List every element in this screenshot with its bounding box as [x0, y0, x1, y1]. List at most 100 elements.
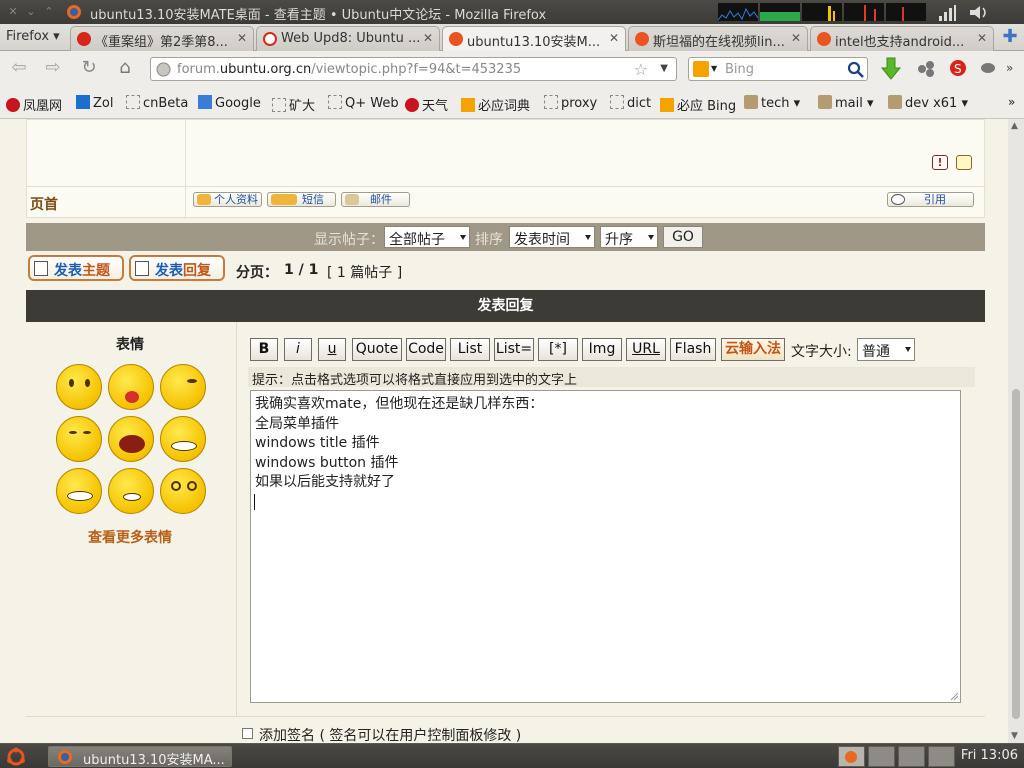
engine-dropdown-icon[interactable]: ▼ [711, 64, 717, 73]
maximize-window-icon[interactable]: ⌃ [42, 5, 56, 19]
flash-format-button[interactable]: Flash [670, 338, 716, 361]
firefox-menu-button[interactable]: Firefox ▾ [0, 24, 68, 50]
bookmark-folder[interactable]: mail ▾ [818, 95, 874, 111]
gesture-icon[interactable] [978, 59, 998, 77]
warn-user-icon[interactable] [956, 155, 972, 170]
bing-engine-icon[interactable] [693, 61, 709, 77]
shy-emoticon-icon[interactable] [160, 364, 206, 410]
volume-icon[interactable] [968, 4, 990, 21]
more-emoticons-link[interactable]: 查看更多表情 [88, 527, 172, 547]
list-format-button[interactable]: List [450, 338, 490, 361]
tab-intel-android[interactable]: intel也支持android... ✕ [810, 26, 994, 51]
pm-button[interactable]: 短信 [267, 192, 336, 207]
page-top-link[interactable]: 页首 [30, 194, 58, 214]
smile-emoticon-icon[interactable] [56, 364, 102, 410]
bold-button[interactable]: B [250, 338, 278, 361]
underline-button[interactable]: u [318, 338, 346, 361]
network-signal-icon[interactable] [938, 5, 956, 21]
bookmark-item[interactable]: dict [610, 95, 651, 111]
tab-webupd8[interactable]: Web Upd8: Ubuntu ... ✕ [256, 26, 440, 51]
download-icon[interactable] [880, 57, 902, 81]
bookmark-item[interactable]: 天气 [405, 95, 448, 114]
user-icon [197, 194, 211, 205]
reload-button[interactable]: ↻ [76, 57, 102, 81]
code-format-button[interactable]: Code [406, 338, 446, 361]
workspace-4[interactable] [928, 746, 955, 767]
signature-checkbox[interactable] [242, 728, 253, 739]
addon-puzzle-icon[interactable] [916, 59, 936, 79]
new-topic-button[interactable]: 发表主题 [28, 255, 124, 281]
url-dropdown-icon[interactable]: ▼ [660, 63, 668, 74]
sort-order-select[interactable]: 升序 [600, 226, 658, 248]
ordered-list-format-button[interactable]: List= [494, 338, 534, 361]
happy-emoticon-icon[interactable] [108, 468, 154, 514]
new-tab-button[interactable]: ✚ [998, 27, 1022, 49]
bookmark-item[interactable]: 矿大 [272, 95, 315, 114]
close-tab-icon[interactable]: ✕ [609, 31, 619, 45]
scrollbar-thumb[interactable] [1012, 389, 1020, 719]
bookmark-item[interactable]: 凤凰网 [6, 95, 62, 114]
tab-video[interactable]: 《重案组》第2季第8... ✕ [70, 26, 254, 51]
clock[interactable]: Fri 13:06 [961, 748, 1018, 763]
close-tab-icon[interactable]: ✕ [237, 31, 247, 45]
bookmark-item[interactable]: 必应 Bing [660, 95, 736, 114]
font-size-select[interactable]: 普通 [857, 338, 915, 361]
workspace-1[interactable] [838, 746, 865, 767]
home-button[interactable]: ⌂ [112, 57, 138, 81]
ubuntu-menu-icon[interactable] [6, 747, 26, 767]
close-tab-icon[interactable]: ✕ [791, 31, 801, 45]
bookmark-item[interactable]: cnBeta [126, 95, 188, 111]
quote-button[interactable]: 引用 [887, 192, 974, 207]
bookmark-item[interactable]: Q+ Web [328, 95, 399, 111]
sweat-emoticon-icon[interactable] [160, 416, 206, 462]
forward-button[interactable]: ⇨ [40, 57, 66, 81]
sort-key-select[interactable]: 发表时间 [509, 226, 595, 248]
adblock-icon[interactable]: S [948, 58, 968, 78]
reply-textarea[interactable]: 我确实喜欢mate，但他现在还是缺几样东西： 全局菜单插件 windows ti… [250, 390, 961, 703]
search-icon[interactable] [847, 61, 864, 78]
bookmark-item[interactable]: proxy [544, 95, 597, 111]
page-scrollbar[interactable]: ▲ ▼ [1008, 119, 1024, 743]
url-format-button[interactable]: URL [626, 338, 666, 361]
dizzy-emoticon-icon[interactable] [160, 468, 206, 514]
bookmark-star-icon[interactable]: ☆ [634, 60, 648, 79]
close-tab-icon[interactable]: ✕ [977, 31, 987, 45]
grin-emoticon-icon[interactable] [56, 468, 102, 514]
post-reply-button[interactable]: 发表回复 [129, 255, 225, 281]
quote-format-button[interactable]: Quote [352, 338, 402, 361]
show-posts-select[interactable]: 全部帖子 [384, 226, 470, 248]
minimize-window-icon[interactable]: ⌄ [24, 5, 38, 19]
workspace-3[interactable] [898, 746, 925, 767]
toolbar-overflow-icon[interactable]: » [1006, 61, 1013, 75]
profile-button[interactable]: 个人资料 [193, 192, 262, 207]
url-bar[interactable]: forum.ubuntu.org.cn/viewtopic.php?f=94&t… [150, 57, 677, 81]
close-window-icon[interactable]: ✕ [6, 5, 20, 19]
workspace-2[interactable] [868, 746, 895, 767]
scroll-up-icon[interactable]: ▲ [1011, 121, 1018, 131]
report-post-icon[interactable]: ! [932, 155, 948, 170]
scroll-down-icon[interactable]: ▼ [1011, 731, 1018, 741]
tab-ubuntu-forum[interactable]: ubuntu13.10安装M... ✕ [442, 26, 626, 52]
bookmark-item[interactable]: Google [198, 95, 261, 111]
search-bar[interactable]: ▼ Bing [688, 57, 868, 81]
list-item-format-button[interactable]: [*] [538, 338, 578, 361]
taskbar-task-firefox[interactable]: ubuntu13.10安装MA... [48, 746, 232, 767]
bookmark-item[interactable]: Zol [76, 95, 113, 111]
laugh-emoticon-icon[interactable] [108, 416, 154, 462]
signature-row: 添加签名 ( 签名可以在用户控制面板修改 ) [26, 716, 985, 743]
tongue-emoticon-icon[interactable] [108, 364, 154, 410]
italic-button[interactable]: i [284, 338, 312, 361]
bookmark-folder[interactable]: dev x61 ▾ [888, 95, 968, 111]
tab-stanford[interactable]: 斯坦福的在线视频lin... ✕ [628, 26, 808, 51]
image-format-button[interactable]: Img [582, 338, 622, 361]
bookmarks-overflow-icon[interactable]: » [1008, 95, 1015, 109]
cover-mouth-emoticon-icon[interactable] [56, 416, 102, 462]
bookmark-item[interactable]: 必应词典 [461, 95, 530, 114]
back-button[interactable]: ⇦ [6, 57, 32, 81]
cloud-input-button[interactable]: 云输入法 [721, 338, 785, 361]
email-button[interactable]: 邮件 [341, 192, 410, 207]
resize-grip-icon[interactable] [949, 691, 959, 701]
bookmark-folder[interactable]: tech ▾ [744, 95, 800, 111]
close-tab-icon[interactable]: ✕ [423, 31, 433, 45]
go-button[interactable]: GO [663, 226, 703, 248]
